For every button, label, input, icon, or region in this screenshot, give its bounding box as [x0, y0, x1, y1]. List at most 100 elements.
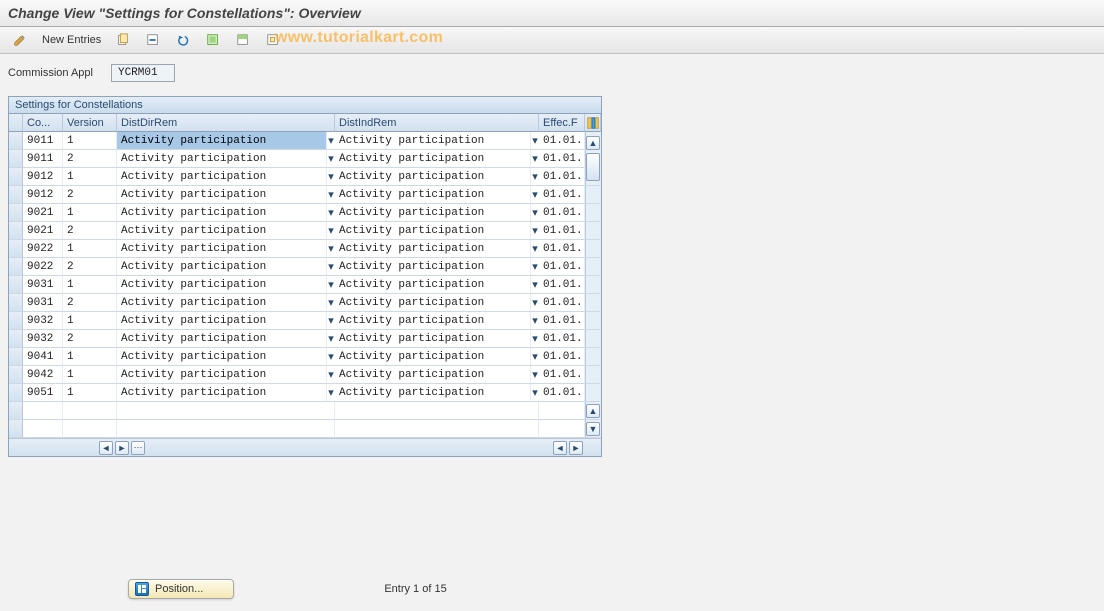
row-selector[interactable]	[9, 348, 23, 366]
col-header-effec[interactable]: Effec.F	[539, 114, 585, 132]
cell-effec[interactable]: 01.01.	[539, 204, 585, 222]
cell-co[interactable]: 9021	[23, 204, 63, 222]
cell-version[interactable]: 2	[63, 186, 117, 204]
hscroll-right-button[interactable]: ►	[115, 441, 129, 455]
cell-distindrem[interactable]: Activity participation	[335, 258, 531, 276]
row-selector[interactable]	[9, 150, 23, 168]
hscroll-right-left-button[interactable]: ◄	[553, 441, 567, 455]
cell-effec[interactable]: 01.01.	[539, 222, 585, 240]
col-header-co[interactable]: Co...	[23, 114, 63, 132]
cell-distindrem[interactable]: Activity participation	[335, 330, 531, 348]
hscroll-left-button[interactable]: ◄	[99, 441, 113, 455]
cell-effec[interactable]: 01.01.	[539, 384, 585, 402]
cell-distdirrem[interactable]	[117, 420, 335, 438]
cell-co[interactable]	[23, 420, 63, 438]
cell-co[interactable]: 9011	[23, 150, 63, 168]
row-selector[interactable]	[9, 294, 23, 312]
cell-version[interactable]: 1	[63, 240, 117, 258]
cell-co[interactable]: 9031	[23, 294, 63, 312]
cell-co[interactable]: 9031	[23, 276, 63, 294]
row-selector[interactable]	[9, 276, 23, 294]
scroll-down-step-button[interactable]: ▲	[586, 404, 600, 418]
toggle-display-change-icon[interactable]	[8, 30, 32, 50]
cell-distdirrem[interactable]	[117, 402, 335, 420]
select-block-icon[interactable]	[231, 30, 255, 50]
cell-effec[interactable]: 01.01.	[539, 366, 585, 384]
cell-distindrem[interactable]: Activity participation	[335, 312, 531, 330]
cell-version[interactable]: 1	[63, 204, 117, 222]
cell-distindrem[interactable]: Activity participation	[335, 204, 531, 222]
cell-distindrem[interactable]: Activity participation	[335, 384, 531, 402]
cell-version[interactable]: 2	[63, 330, 117, 348]
hscroll-picker-button[interactable]: ⋯	[131, 441, 145, 455]
cell-co[interactable]: 9032	[23, 312, 63, 330]
cell-version[interactable]: 2	[63, 294, 117, 312]
row-selector[interactable]	[9, 186, 23, 204]
cell-distdirrem[interactable]: Activity participation	[117, 348, 327, 366]
cell-version[interactable]: 1	[63, 168, 117, 186]
scroll-down-button[interactable]: ▼	[586, 422, 600, 436]
delete-icon[interactable]	[141, 30, 165, 50]
position-button[interactable]: Position...	[128, 579, 234, 599]
col-header-distdirrem[interactable]: DistDirRem	[117, 114, 335, 132]
cell-co[interactable]: 9012	[23, 168, 63, 186]
cell-distdirrem[interactable]: Activity participation	[117, 168, 327, 186]
col-header-version[interactable]: Version	[63, 114, 117, 132]
row-selector[interactable]	[9, 168, 23, 186]
cell-version[interactable]	[63, 420, 117, 438]
new-entries-button[interactable]: New Entries	[38, 32, 105, 48]
cell-version[interactable]: 2	[63, 150, 117, 168]
configure-columns-icon[interactable]	[585, 114, 601, 132]
cell-distindrem[interactable]: Activity participation	[335, 276, 531, 294]
cell-effec[interactable]: 01.01.	[539, 168, 585, 186]
cell-effec[interactable]: 01.01.	[539, 330, 585, 348]
cell-version[interactable]: 1	[63, 366, 117, 384]
cell-version[interactable]: 1	[63, 132, 117, 150]
cell-co[interactable]	[23, 402, 63, 420]
cell-distindrem[interactable]	[335, 402, 539, 420]
cell-effec[interactable]: 01.01.	[539, 258, 585, 276]
row-selector[interactable]	[9, 330, 23, 348]
cell-distdirrem[interactable]: Activity participation	[117, 384, 327, 402]
cell-distdirrem[interactable]: Activity participation	[117, 258, 327, 276]
vertical-scroll-thumb[interactable]	[586, 153, 600, 181]
cell-distdirrem[interactable]: Activity participation	[117, 276, 327, 294]
cell-effec[interactable]: 01.01.	[539, 348, 585, 366]
cell-distdirrem[interactable]: Activity participation	[117, 150, 327, 168]
cell-distindrem[interactable]: Activity participation	[335, 132, 531, 150]
cell-version[interactable]: 2	[63, 258, 117, 276]
cell-effec[interactable]: 01.01.	[539, 312, 585, 330]
copy-as-icon[interactable]	[111, 30, 135, 50]
cell-version[interactable]	[63, 402, 117, 420]
cell-distdirrem[interactable]: Activity participation	[117, 132, 327, 150]
row-selector[interactable]	[9, 312, 23, 330]
row-selector[interactable]	[9, 366, 23, 384]
cell-distindrem[interactable]: Activity participation	[335, 168, 531, 186]
cell-distindrem[interactable]: Activity participation	[335, 294, 531, 312]
cell-distdirrem[interactable]: Activity participation	[117, 312, 327, 330]
cell-distdirrem[interactable]: Activity participation	[117, 240, 327, 258]
cell-distdirrem[interactable]: Activity participation	[117, 330, 327, 348]
deselect-all-icon[interactable]	[261, 30, 285, 50]
cell-version[interactable]: 1	[63, 276, 117, 294]
row-selector[interactable]	[9, 384, 23, 402]
row-selector[interactable]	[9, 258, 23, 276]
cell-co[interactable]: 9022	[23, 240, 63, 258]
cell-effec[interactable]: 01.01.	[539, 294, 585, 312]
row-selector[interactable]	[9, 132, 23, 150]
cell-distdirrem[interactable]: Activity participation	[117, 294, 327, 312]
cell-distindrem[interactable]: Activity participation	[335, 222, 531, 240]
cell-effec[interactable]: 01.01.	[539, 132, 585, 150]
cell-effec[interactable]	[539, 402, 585, 420]
undo-change-icon[interactable]	[171, 30, 195, 50]
cell-effec[interactable]: 01.01.	[539, 276, 585, 294]
cell-effec[interactable]	[539, 420, 585, 438]
cell-co[interactable]: 9011	[23, 132, 63, 150]
cell-co[interactable]: 9012	[23, 186, 63, 204]
cell-distindrem[interactable]: Activity participation	[335, 150, 531, 168]
cell-version[interactable]: 1	[63, 384, 117, 402]
cell-co[interactable]: 9022	[23, 258, 63, 276]
cell-version[interactable]: 1	[63, 312, 117, 330]
row-selector[interactable]	[9, 420, 23, 438]
cell-distdirrem[interactable]: Activity participation	[117, 366, 327, 384]
